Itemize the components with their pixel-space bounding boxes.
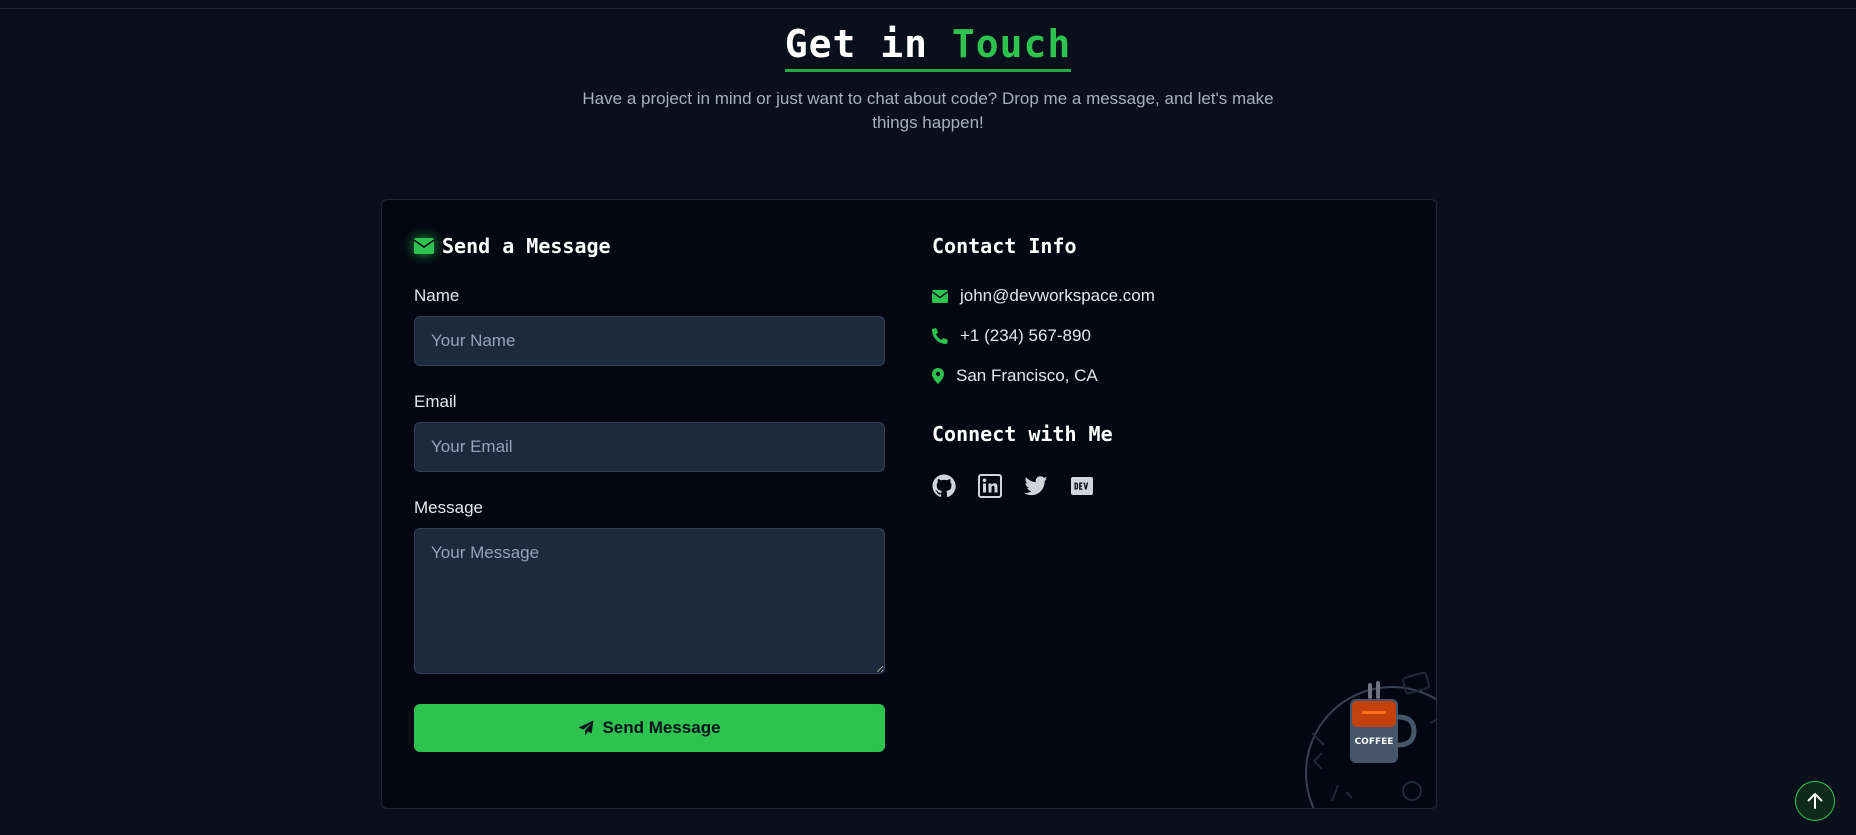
map-pin-icon xyxy=(932,368,944,384)
paper-plane-icon xyxy=(578,720,594,736)
contact-location-text: San Francisco, CA xyxy=(956,366,1098,385)
envelope-icon xyxy=(932,289,948,303)
social-links xyxy=(932,474,1094,498)
send-message-label: Send Message xyxy=(602,718,721,737)
contact-email: john@devworkspace.com xyxy=(932,286,1155,306)
section-subtitle: Have a project in mind or just want to c… xyxy=(582,89,1274,132)
contact-location: San Francisco, CA xyxy=(932,366,1098,386)
section-heading: Get in Touch xyxy=(0,22,1856,72)
form-title-text: Send a Message xyxy=(442,234,611,258)
email-label: Email xyxy=(414,392,457,411)
form-title: Send a Message xyxy=(414,234,611,258)
arrow-up-icon xyxy=(1807,793,1823,809)
contact-info-title: Contact Info xyxy=(932,234,1077,258)
scroll-to-top-button[interactable] xyxy=(1795,781,1835,821)
contact-email-text: john@devworkspace.com xyxy=(960,286,1155,305)
send-message-button[interactable]: Send Message xyxy=(414,704,885,752)
header-divider xyxy=(0,8,1856,9)
page-title: Get in Touch xyxy=(784,22,1072,72)
email-input[interactable] xyxy=(414,422,885,472)
linkedin-icon[interactable] xyxy=(978,474,1002,498)
message-label: Message xyxy=(414,498,483,517)
mug-label: COFFEE xyxy=(1355,737,1394,747)
twitter-icon[interactable] xyxy=(1024,474,1048,498)
name-label: Name xyxy=(414,286,460,305)
title-accent: Touch xyxy=(951,22,1072,66)
connect-title: Connect with Me xyxy=(932,422,1113,446)
contact-phone: +1 (234) 567-890 xyxy=(932,326,1091,346)
contact-card: Send a Message Name Email Message Send M… xyxy=(381,199,1437,809)
phone-icon xyxy=(932,328,948,344)
coffee-mug-illustration: COFFEE xyxy=(1305,671,1436,808)
github-icon[interactable] xyxy=(932,474,956,498)
envelope-icon xyxy=(414,238,434,254)
contact-phone-text: +1 (234) 567-890 xyxy=(960,326,1091,345)
title-text: Get in xyxy=(784,22,952,66)
name-input[interactable] xyxy=(414,316,885,366)
dev-icon[interactable] xyxy=(1070,474,1094,498)
message-textarea[interactable] xyxy=(414,528,885,674)
